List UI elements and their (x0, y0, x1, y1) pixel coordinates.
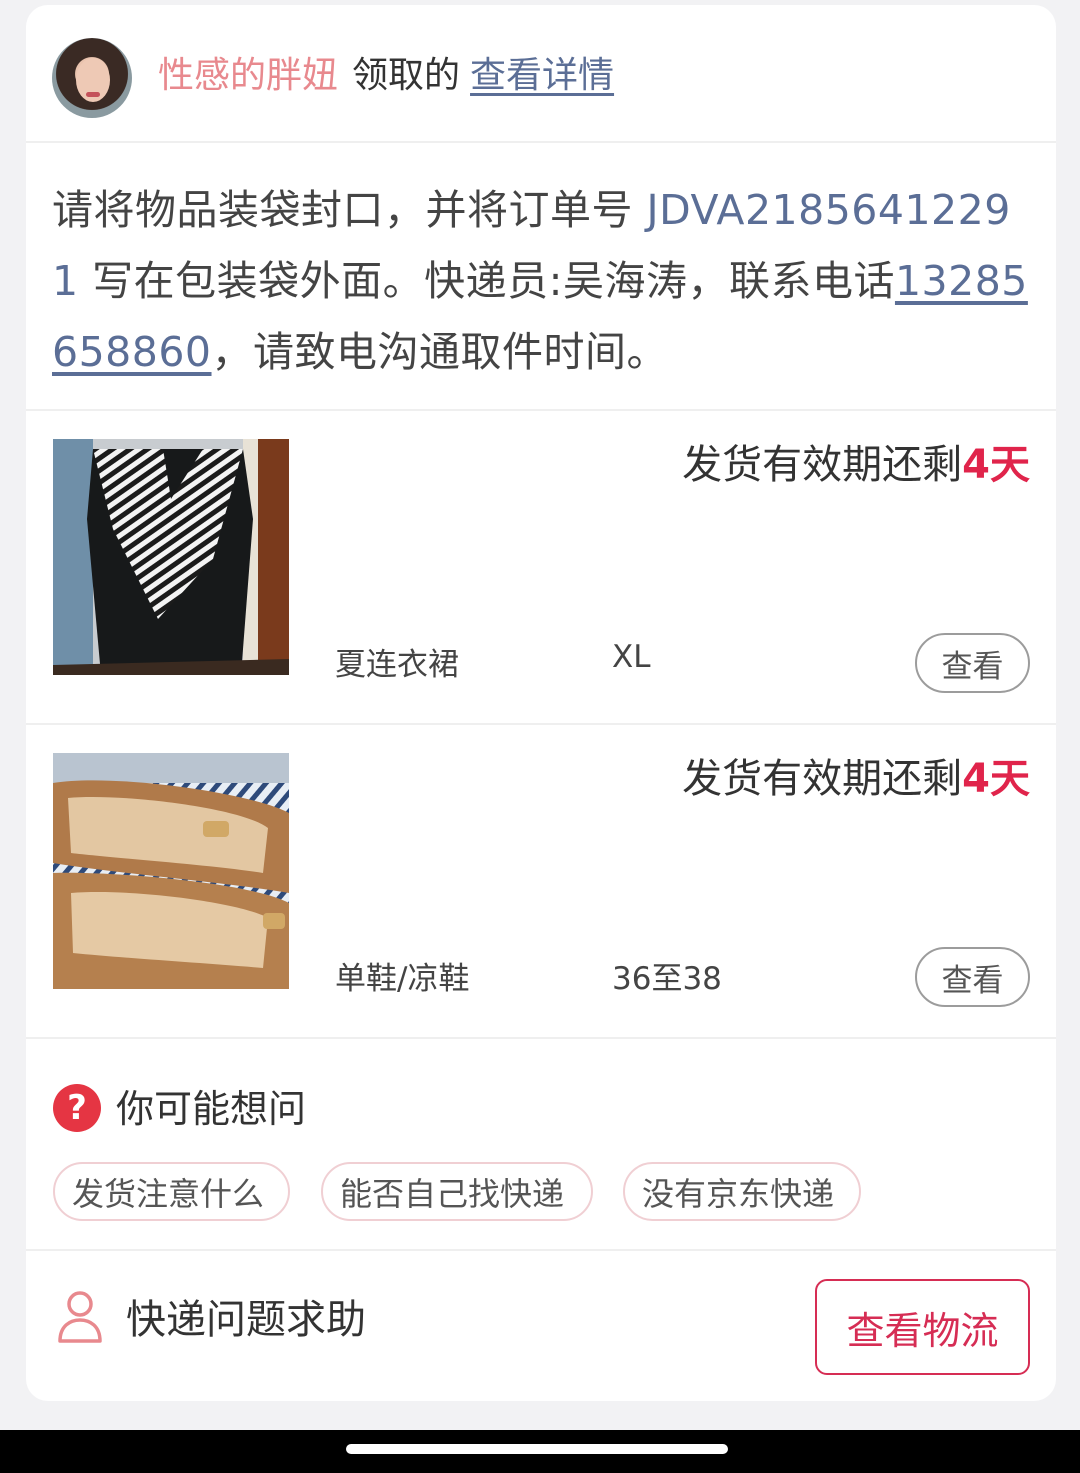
deadline-label: 发货有效期还剩 (682, 442, 963, 488)
pickup-card: 性感的胖妞 领取的 查看详情 请将物品装袋封口，并将订单号 JDVA21856412… (26, 5, 1056, 1401)
message-text-3: ，请致电沟通取件时间。 (211, 328, 669, 376)
action-text: 领取的 (352, 55, 461, 96)
user-name[interactable]: 性感的胖妞 (158, 55, 338, 96)
item-name: 单鞋/凉鞋 (335, 961, 470, 997)
faq-chip-shipping-notes[interactable]: 发货注意什么 (53, 1162, 290, 1221)
item-size: 36至38 (612, 961, 722, 997)
faq-chip-own-courier[interactable]: 能否自己找快递 (321, 1162, 593, 1221)
home-indicator[interactable] (346, 1444, 728, 1454)
system-nav-bar (0, 1430, 1080, 1473)
view-button[interactable]: 查看 (915, 633, 1030, 693)
view-button[interactable]: 查看 (915, 947, 1030, 1007)
person-outline-icon[interactable] (56, 1290, 104, 1344)
ship-deadline: 发货有效期还剩4天 (682, 437, 1030, 493)
deadline-label: 发货有效期还剩 (682, 756, 963, 802)
message-text-1: 请将物品装袋封口，并将订单号 (52, 186, 647, 234)
view-details-link[interactable]: 查看详情 (470, 55, 614, 96)
days-remaining: 4天 (962, 442, 1030, 488)
faq-title: 你可能想问 (116, 1087, 307, 1131)
ship-deadline: 发货有效期还剩4天 (682, 751, 1030, 807)
avatar[interactable] (52, 38, 132, 118)
card-header: 性感的胖妞 领取的 查看详情 (26, 5, 1056, 143)
shoes-image[interactable] (53, 753, 289, 989)
list-item: 发货有效期还剩4天 夏连衣裙 XL 查看 (26, 411, 1056, 725)
list-item: 发货有效期还剩4天 单鞋/凉鞋 36至38 查看 (26, 725, 1056, 1039)
question-circle-icon: ? (53, 1084, 101, 1132)
courier-help-text[interactable]: 快递问题求助 (126, 1294, 366, 1346)
view-logistics-button[interactable]: 查看物流 (815, 1279, 1030, 1375)
item-size: XL (612, 639, 651, 675)
days-remaining: 4天 (962, 756, 1030, 802)
message-text-2: 写在包装袋外面。快递员:吴海涛，联系电话 (78, 257, 895, 305)
item-name: 夏连衣裙 (335, 647, 459, 683)
instruction-message: 请将物品装袋封口，并将订单号 JDVA21856412291 写在包装袋外面。快… (26, 145, 1056, 411)
dress-image[interactable] (53, 439, 289, 675)
faq-chip-no-jd-courier[interactable]: 没有京东快递 (623, 1162, 861, 1221)
faq-section: ? 你可能想问 发货注意什么 能否自己找快递 没有京东快递 (26, 1039, 1056, 1251)
header-line: 性感的胖妞 领取的 查看详情 (158, 48, 614, 104)
